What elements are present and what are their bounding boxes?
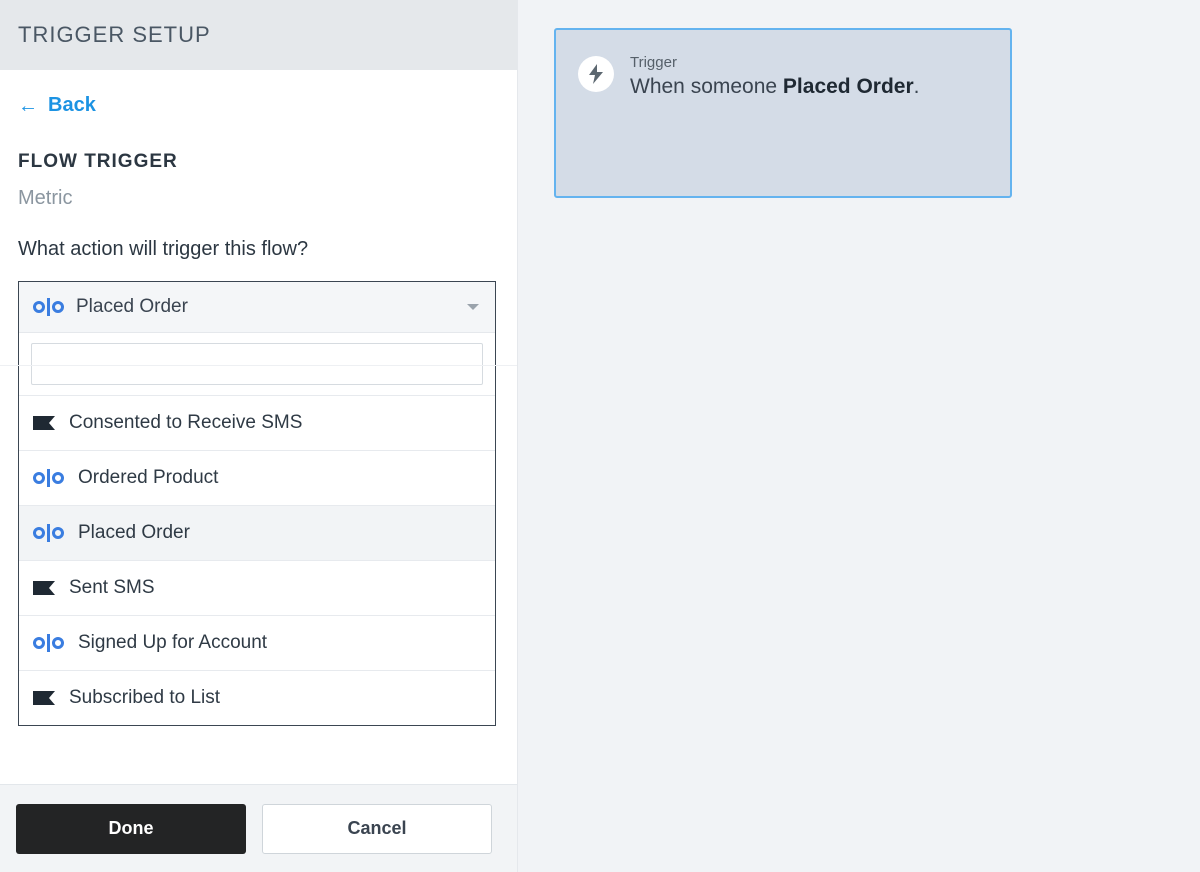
trigger-question: What action will trigger this flow? — [0, 228, 517, 281]
flag-icon — [33, 416, 55, 430]
dropdown-option-selected[interactable]: Placed Order — [19, 505, 495, 560]
back-label: Back — [48, 94, 96, 117]
flag-icon — [33, 691, 55, 705]
flag-icon — [33, 581, 55, 595]
dropdown-option[interactable]: Signed Up for Account — [19, 615, 495, 670]
dropdown-search-row — [19, 332, 495, 395]
olo-icon — [33, 298, 64, 316]
option-label: Sent SMS — [69, 577, 155, 599]
metric-dropdown: Placed Order Consented to Receive SMS Or… — [18, 281, 496, 726]
trigger-label: Trigger — [630, 54, 988, 71]
cancel-button[interactable]: Cancel — [262, 804, 492, 854]
trigger-prefix: When someone — [630, 75, 783, 98]
section-title: FLOW TRIGGER — [0, 127, 517, 181]
dropdown-option[interactable]: Sent SMS — [19, 560, 495, 615]
option-label: Placed Order — [78, 522, 190, 544]
sidebar-header: TRIGGER SETUP — [0, 0, 517, 70]
option-label: Consented to Receive SMS — [69, 412, 302, 434]
option-label: Signed Up for Account — [78, 632, 267, 654]
sidebar-title: TRIGGER SETUP — [18, 22, 499, 48]
olo-icon — [33, 524, 64, 542]
dropdown-selected[interactable]: Placed Order — [19, 282, 495, 332]
trigger-event: Placed Order — [783, 75, 914, 98]
chevron-down-icon — [467, 304, 479, 310]
dropdown-selected-text: Placed Order — [76, 296, 188, 318]
trigger-content: Trigger When someone Placed Order. — [630, 54, 988, 99]
back-row: ← Back — [0, 70, 517, 127]
trigger-icon-circle — [578, 56, 614, 92]
bolt-icon — [587, 64, 605, 84]
option-label: Ordered Product — [78, 467, 218, 489]
metric-type-label: Metric — [0, 181, 517, 228]
done-button[interactable]: Done — [16, 804, 246, 854]
back-button[interactable]: ← Back — [18, 94, 96, 117]
config-sidebar: TRIGGER SETUP ← Back FLOW TRIGGER Metric… — [0, 0, 518, 872]
trigger-text: When someone Placed Order. — [630, 75, 988, 99]
dropdown-container: Placed Order Consented to Receive SMS Or… — [0, 281, 517, 726]
olo-icon — [33, 634, 64, 652]
trigger-card[interactable]: Trigger When someone Placed Order. — [554, 28, 1012, 198]
dropdown-option[interactable]: Subscribed to List — [19, 670, 495, 725]
flow-canvas[interactable]: Trigger When someone Placed Order. — [518, 0, 1200, 872]
divider — [0, 365, 517, 366]
dropdown-search-input[interactable] — [31, 343, 483, 385]
dropdown-option[interactable]: Consented to Receive SMS — [19, 395, 495, 450]
sidebar-footer: Done Cancel — [0, 784, 517, 872]
arrow-left-icon: ← — [18, 96, 38, 116]
trigger-suffix: . — [914, 75, 920, 98]
dropdown-option[interactable]: Ordered Product — [19, 450, 495, 505]
option-label: Subscribed to List — [69, 687, 220, 709]
olo-icon — [33, 469, 64, 487]
